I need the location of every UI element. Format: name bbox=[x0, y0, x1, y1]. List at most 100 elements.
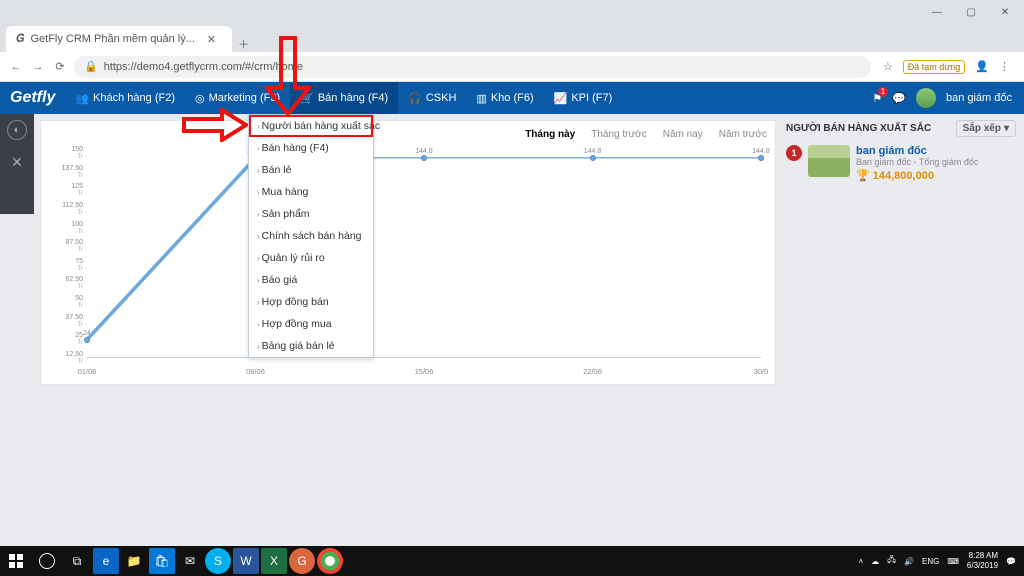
clock[interactable]: 8:28 AM 6/3/2019 bbox=[967, 551, 998, 571]
system-tray[interactable]: ˄ ☁ 🖧 🔊 ENG ⌨ 8:28 AM 6/3/2019 💬 bbox=[858, 551, 1024, 571]
edge-icon[interactable]: e bbox=[93, 548, 119, 574]
dd-product[interactable]: ›Sản phẩm bbox=[249, 203, 373, 225]
shelf-icon: ▥ bbox=[476, 92, 486, 105]
store-icon[interactable]: 🛍 bbox=[149, 548, 175, 574]
volume-icon[interactable]: 🔊 bbox=[904, 557, 914, 566]
tab-last-month[interactable]: Tháng trước bbox=[591, 129, 647, 140]
browser-tab[interactable]: 𝑮 GetFly CRM Phần mềm quản lý... ✕ bbox=[6, 26, 232, 52]
nav-sales[interactable]: 🛒 Bán hàng (F4) bbox=[290, 82, 398, 114]
chart-range-tabs: Tháng này Tháng trước Năm nay Năm trước bbox=[49, 129, 767, 140]
nav-label: Khách hàng (F2) bbox=[93, 92, 175, 104]
app-logo[interactable]: Getfly bbox=[0, 89, 65, 107]
headset-icon: 🎧 bbox=[408, 92, 422, 105]
branch-icon[interactable]: ✕ bbox=[7, 152, 27, 172]
nav-label: KPI (F7) bbox=[571, 92, 612, 104]
uc-icon[interactable]: G bbox=[289, 548, 315, 574]
dd-risk[interactable]: ›Quản lý rủi ro bbox=[249, 247, 373, 269]
nav-marketing[interactable]: ◎ Marketing (F3) bbox=[185, 82, 290, 114]
paused-pill[interactable]: Đã tạm dừng bbox=[903, 60, 966, 74]
dd-retail[interactable]: ›Bán lẻ bbox=[249, 159, 373, 181]
network-icon[interactable]: 🖧 bbox=[887, 554, 896, 568]
tab-close-icon[interactable]: ✕ bbox=[201, 33, 222, 46]
dd-quote[interactable]: ›Báo giá bbox=[249, 269, 373, 291]
close-button[interactable]: ✕ bbox=[988, 7, 1022, 18]
app-nav: Getfly 👥 Khách hàng (F2) ◎ Marketing (F3… bbox=[0, 82, 1024, 114]
nav-kpi[interactable]: 📈 KPI (F7) bbox=[544, 82, 623, 114]
tab-this-month[interactable]: Tháng này bbox=[525, 129, 575, 140]
address-bar: ← → ⟳ 🔒 https://demo4.getflycrm.com/#/cr… bbox=[0, 52, 1024, 82]
nav-customers[interactable]: 👥 Khách hàng (F2) bbox=[65, 82, 185, 114]
minimize-button[interactable]: — bbox=[920, 7, 954, 18]
sort-button[interactable]: Sắp xếp ▾ bbox=[956, 120, 1016, 137]
tray-up-icon[interactable]: ˄ bbox=[858, 557, 863, 566]
line-chart-svg bbox=[87, 150, 761, 357]
y-tick: 137.50Tr bbox=[49, 165, 83, 172]
y-tick: 125Tr bbox=[49, 183, 83, 190]
dd-policy[interactable]: ›Chính sách bán hàng bbox=[249, 225, 373, 247]
tab-this-year[interactable]: Năm nay bbox=[663, 129, 703, 140]
tab-last-year[interactable]: Năm trước bbox=[719, 129, 767, 140]
browser-tabs: 𝑮 GetFly CRM Phần mềm quản lý... ✕ ＋ bbox=[0, 24, 1024, 52]
url-input[interactable]: 🔒 https://demo4.getflycrm.com/#/crm/home bbox=[74, 56, 871, 78]
mail-icon[interactable]: ✉ bbox=[177, 548, 203, 574]
cortana-icon[interactable] bbox=[32, 546, 62, 576]
chart-point bbox=[84, 337, 90, 343]
x-tick: 08/06 bbox=[246, 367, 265, 376]
y-tick: 12.50Tr bbox=[49, 351, 83, 358]
dd-pricelist[interactable]: ›Bảng giá bán lẻ bbox=[249, 335, 373, 357]
seller-name: ban giám đốc bbox=[856, 145, 978, 157]
excel-icon[interactable]: X bbox=[261, 548, 287, 574]
y-tick: 37.50Tr bbox=[49, 314, 83, 321]
user-name[interactable]: ban giám đốc bbox=[946, 92, 1012, 104]
left-rail: ◐ ✕ bbox=[0, 114, 34, 214]
seller-row[interactable]: 1 ban giám đốc Ban giám đốc - Tổng giám … bbox=[786, 145, 1016, 182]
y-tick: 150Tr bbox=[49, 146, 83, 153]
rank-badge: 1 bbox=[786, 145, 802, 161]
chart-point bbox=[758, 155, 764, 161]
y-tick: 75Tr bbox=[49, 258, 83, 265]
content: Tháng này Tháng trước Năm nay Năm trước … bbox=[40, 120, 1016, 385]
onedrive-icon[interactable]: ☁ bbox=[871, 557, 879, 566]
word-icon[interactable]: W bbox=[233, 548, 259, 574]
forward-icon[interactable]: → bbox=[30, 61, 46, 73]
nav-support[interactable]: 🎧 CSKH bbox=[398, 82, 466, 114]
start-button[interactable] bbox=[0, 546, 32, 576]
task-view-icon[interactable]: ⧉ bbox=[62, 546, 92, 576]
panel-title: NGƯỜI BÁN HÀNG XUẤT SẮC bbox=[786, 123, 931, 134]
x-tick: 30/0 bbox=[754, 367, 769, 376]
menu-icon[interactable]: ⋮ bbox=[999, 60, 1010, 74]
chart-plot: 24144.8144.8144.8144.8 bbox=[87, 150, 761, 358]
nav-inventory[interactable]: ▥ Kho (F6) bbox=[466, 82, 543, 114]
chrome-icon[interactable] bbox=[317, 548, 343, 574]
lang-indicator[interactable]: ENG bbox=[922, 557, 939, 566]
dd-sales[interactable]: ›Bán hàng (F4) bbox=[249, 137, 373, 159]
chat-icon[interactable]: 💬 bbox=[892, 92, 906, 105]
cart-icon: 🛒 bbox=[300, 92, 314, 105]
new-tab-button[interactable]: ＋ bbox=[232, 36, 255, 52]
dd-contract-sell[interactable]: ›Hợp đồng bán bbox=[249, 291, 373, 313]
target-icon: ◎ bbox=[195, 92, 205, 105]
tab-favicon: 𝑮 bbox=[16, 33, 24, 46]
seller-subtitle: Ban giám đốc - Tổng giám đốc bbox=[856, 157, 978, 167]
flag-icon[interactable]: ⚑ bbox=[872, 92, 882, 105]
profile-circle-icon[interactable]: ◐ bbox=[7, 120, 27, 140]
chart-point-label: 144.8 bbox=[752, 148, 770, 155]
window-titlebar: — ▢ ✕ bbox=[0, 0, 1024, 24]
back-icon[interactable]: ← bbox=[8, 61, 24, 73]
dd-purchase[interactable]: ›Mua hàng bbox=[249, 181, 373, 203]
reload-icon[interactable]: ⟳ bbox=[52, 60, 68, 73]
maximize-button[interactable]: ▢ bbox=[954, 7, 988, 18]
avatar[interactable] bbox=[916, 88, 936, 108]
ime-icon[interactable]: ⌨ bbox=[947, 557, 959, 566]
profile-icon[interactable]: 👤 bbox=[975, 60, 989, 74]
chart-card: Tháng này Tháng trước Năm nay Năm trước … bbox=[40, 120, 776, 385]
dd-contract-buy[interactable]: ›Hợp đồng mua bbox=[249, 313, 373, 335]
notification-icon[interactable]: 💬 bbox=[1006, 557, 1016, 566]
skype-icon[interactable]: S bbox=[205, 548, 231, 574]
star-icon[interactable]: ☆ bbox=[883, 60, 893, 74]
y-tick: 62.50Tr bbox=[49, 276, 83, 283]
chart-point-label: 24 bbox=[83, 330, 91, 337]
dd-top-seller[interactable]: ›Người bán hàng xuất sắc bbox=[249, 115, 373, 137]
chart-point bbox=[421, 155, 427, 161]
explorer-icon[interactable]: 📁 bbox=[121, 548, 147, 574]
